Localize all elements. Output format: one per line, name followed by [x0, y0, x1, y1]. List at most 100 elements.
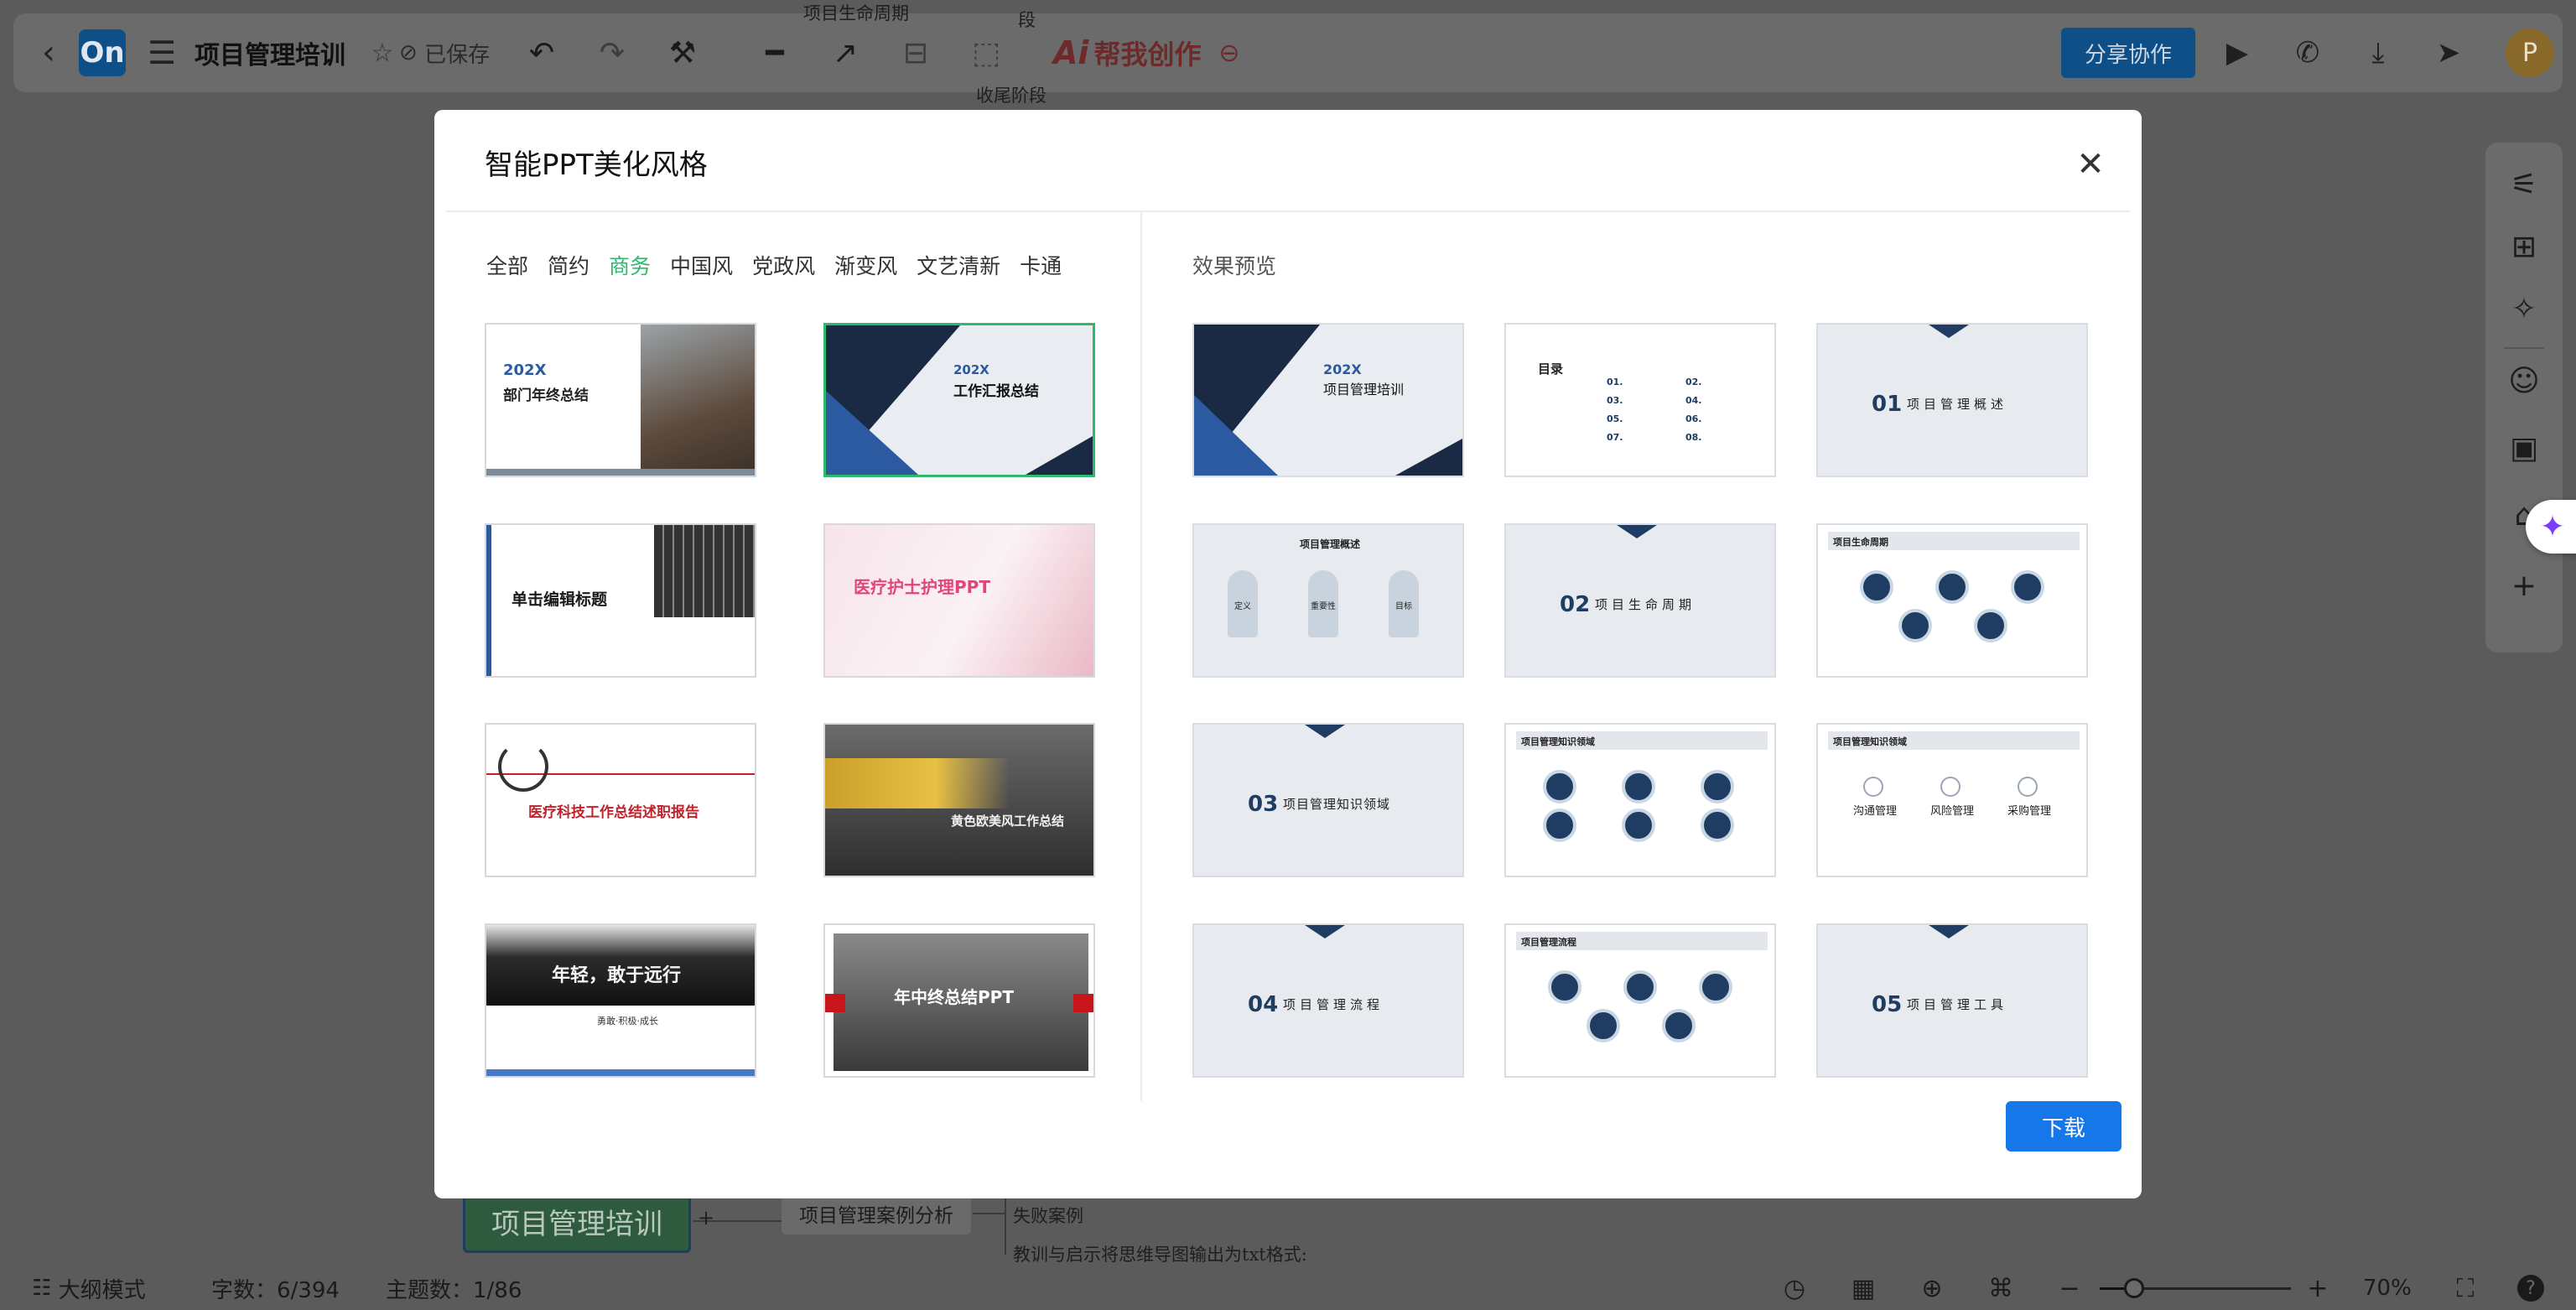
table-icon[interactable]: ▦ — [1845, 1266, 1882, 1310]
status-bar: ☷ 大纲模式 字数：6/394 主题数：1/86 ◷ ▦ ⊕ ⌘ − + 70%… — [0, 1266, 2576, 1310]
process-circle — [1622, 808, 1655, 842]
dialog-title: 智能PPT美化风格 — [485, 148, 708, 182]
template-title: 医疗护士护理PPT — [854, 577, 990, 597]
preview-slide: 04 项目管理流程 — [1192, 923, 1464, 1078]
template-card[interactable]: 年轻，敢于远行 勇敢·积极·成长 — [485, 923, 756, 1078]
ppt-style-dialog: 智能PPT美化风格 ✕ 全部 简约 商务 中国风 党政风 渐变风 文艺清新 卡通 效果预览 2… — [434, 110, 2142, 1198]
ai-sparkle-icon[interactable]: ✦ — [2526, 500, 2576, 554]
template-title: 部门年终总结 — [503, 387, 589, 404]
more-icon[interactable]: ⊖ — [1209, 13, 1249, 92]
process-circle — [1662, 1009, 1696, 1042]
mindmap-node-lessons[interactable]: 教训与启示将思维导图输出为txt格式: — [1013, 1241, 1307, 1266]
star-icon[interactable]: ☆ — [366, 13, 399, 92]
right-toolbar: ⚟ ⊞ ✧ ☺ ▣ ⌂ + — [2485, 143, 2563, 652]
process-circle — [2011, 570, 2044, 604]
template-card[interactable]: 年中终总结PPT — [823, 923, 1095, 1078]
avatar[interactable]: P — [2506, 29, 2554, 77]
ai-create-button[interactable]: Ai 帮我创作 — [1053, 13, 1201, 92]
redo-icon[interactable]: ↷ — [587, 13, 637, 92]
filter-tab[interactable]: 党政风 — [752, 250, 815, 283]
filter-tab[interactable]: 商务 — [609, 250, 651, 283]
frame-select-icon[interactable]: ⬚ — [961, 13, 1011, 92]
mindmap-node-closing[interactable]: 收尾阶段 — [976, 82, 1046, 107]
zoom-level[interactable]: 70% — [2363, 1266, 2412, 1310]
filter-tab[interactable]: 文艺清新 — [917, 250, 1000, 283]
mindmap-node-case-analysis[interactable]: 项目管理案例分析 — [782, 1193, 971, 1235]
document-title[interactable]: 项目管理培训 — [195, 13, 345, 92]
back-chevron-icon[interactable]: ‹ — [32, 13, 65, 92]
mindmap-root-node[interactable]: 项目管理培训 — [463, 1189, 691, 1253]
filter-tab[interactable]: 渐变风 — [834, 250, 897, 283]
filter-tab[interactable]: 全部 — [486, 250, 528, 283]
item-circle — [1863, 777, 1883, 797]
style-settings-icon[interactable]: ⚟ — [2485, 159, 2563, 210]
history-icon[interactable]: ◷ — [1776, 1266, 1813, 1310]
magic-icon[interactable]: ✧ — [2485, 283, 2563, 334]
template-card[interactable]: 医疗科技工作总结述职报告 — [485, 723, 756, 877]
download-button[interactable]: 下载 — [2006, 1101, 2122, 1151]
line-style-icon[interactable]: ━ — [750, 13, 800, 92]
template-footer-bar — [486, 469, 755, 476]
hamburger-menu-icon[interactable]: ☰ — [141, 13, 183, 92]
collapse-toggle-icon[interactable]: + — [698, 1206, 714, 1229]
structure-icon[interactable]: ⊞ — [2485, 221, 2563, 272]
filter-tab[interactable]: 卡通 — [1020, 250, 1062, 283]
process-circle — [1543, 770, 1576, 803]
filter-tab[interactable]: 简约 — [548, 250, 589, 283]
outline-mode-toggle[interactable]: ☷ 大纲模式 — [32, 1266, 146, 1310]
toc-number: 07. — [1607, 432, 1623, 443]
template-laptop — [654, 525, 755, 617]
zoom-out-icon[interactable]: − — [2051, 1266, 2088, 1310]
send-icon[interactable]: ➤ — [2423, 13, 2474, 92]
mindmap-node-lifecycle[interactable]: 项目生命周期 — [803, 0, 909, 25]
dialog-column-divider — [1140, 212, 1142, 1101]
fullscreen-icon[interactable]: ⛶ — [2447, 1266, 2484, 1310]
zoom-in-icon[interactable]: + — [2299, 1266, 2336, 1310]
add-icon[interactable]: + — [2485, 560, 2563, 611]
download-icon[interactable]: ⤓ — [2353, 13, 2403, 92]
locate-icon[interactable]: ⊕ — [1914, 1266, 1950, 1310]
close-icon[interactable]: ✕ — [2070, 143, 2111, 185]
slide-top-trapezoid — [1305, 725, 1345, 738]
share-collab-button[interactable]: 分享协作 — [2061, 28, 2195, 78]
arrow-icon[interactable]: ↗ — [820, 13, 870, 92]
toc-number: 04. — [1685, 395, 1702, 406]
cloud-saved-icon: ⊘ — [399, 40, 425, 65]
zoom-slider-knob[interactable] — [2124, 1278, 2145, 1298]
template-title: 年中终总结PPT — [894, 987, 1014, 1007]
item-circle — [2018, 777, 2038, 797]
slide-top-trapezoid — [1305, 925, 1345, 938]
template-triangle — [1026, 436, 1093, 475]
process-circle — [1701, 808, 1734, 842]
map-icon[interactable]: ⌘ — [1982, 1266, 2019, 1310]
preview-slide: 项目管理流程 — [1504, 923, 1776, 1078]
slide-top-trapezoid — [1929, 925, 1969, 938]
format-painter-icon[interactable]: ⚒ — [657, 13, 708, 92]
style-filter-tabs: 全部 简约 商务 中国风 党政风 渐变风 文艺清新 卡通 — [486, 250, 1081, 283]
mindmap-node-fragment[interactable]: 段 — [1018, 7, 1036, 32]
undo-icon[interactable]: ↶ — [517, 13, 567, 92]
template-card[interactable]: 单击编辑标题 — [485, 523, 756, 678]
mindmap-node-failure[interactable]: 失败案例 — [1013, 1203, 1083, 1228]
emoji-icon[interactable]: ☺ — [2485, 356, 2563, 406]
phone-icon[interactable]: ✆ — [2283, 13, 2333, 92]
template-card[interactable]: 医疗护士护理PPT — [823, 523, 1095, 678]
help-icon[interactable]: ? — [2512, 1266, 2549, 1310]
slide-header: 项目管理知识领域 — [1521, 736, 1595, 747]
toc-number: 01. — [1607, 377, 1623, 387]
template-card[interactable]: 202X 部门年终总结 — [485, 323, 756, 477]
section-title: 项目管理工具 — [1907, 997, 2008, 1012]
layout-icon[interactable]: ⊟ — [891, 13, 941, 92]
word-count: 字数：6/394 — [211, 1277, 340, 1303]
preview-label: 效果预览 — [1192, 254, 1277, 278]
image-icon[interactable]: ▣ — [2485, 423, 2563, 473]
template-card[interactable]: 黄色欧美风工作总结 — [823, 723, 1095, 877]
template-card[interactable]: 202X 工作汇报总结 — [823, 323, 1095, 477]
toc-number: 03. — [1607, 395, 1623, 406]
section-number: 04 — [1248, 992, 1279, 1017]
filter-tab[interactable]: 中国风 — [670, 250, 733, 283]
process-circle — [1860, 570, 1893, 604]
present-icon[interactable]: ▶ — [2212, 13, 2262, 92]
app-logo[interactable]: On — [79, 29, 126, 76]
process-circle — [1543, 808, 1576, 842]
